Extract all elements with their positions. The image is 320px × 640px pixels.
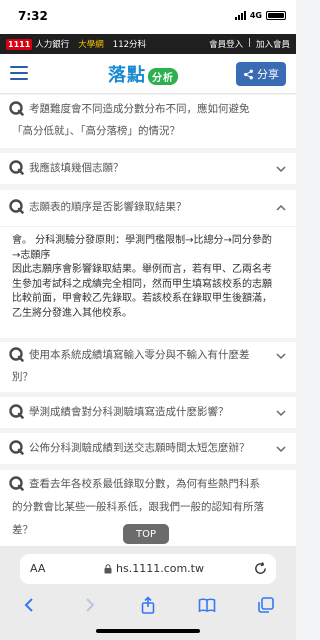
join-link[interactable]: 加入會員	[256, 38, 290, 50]
faq-question-line: 使用本系統成績填寫輸入零分與不輸入有什麼差	[29, 349, 250, 361]
faq-question-line: 別？	[12, 371, 33, 383]
faq-item[interactable]: 使用本系統成績填寫輸入零分與不輸入有什麼差 別？	[0, 342, 296, 392]
analysis-logo[interactable]: 落點 分析	[108, 61, 178, 87]
browser-toolbar: AA hs.1111.com.tw	[0, 546, 296, 640]
question-q-icon	[9, 404, 24, 419]
topbar-divider: |	[248, 38, 251, 48]
faq-item[interactable]: 考題難度會不同造成分數分布不同，應如何避免 「高分低就」、「高分落榜」的情況？	[0, 95, 296, 148]
faq-question-line: 差？	[12, 524, 33, 536]
chevron-down-icon	[276, 166, 286, 173]
answer-line: 生參加考試科之成績完全相同，然而甲生填寫該校系的志願	[12, 278, 272, 290]
address-bar[interactable]: AA hs.1111.com.tw	[20, 554, 276, 584]
tabs-icon[interactable]	[257, 596, 275, 614]
faq-answer-panel: 會。 分科測驗分發原則：學測門檻限制→比總分→同分參酌 →志願序 因此志願序會影…	[0, 226, 296, 338]
cellular-signal-icon	[234, 11, 246, 20]
question-q-icon	[9, 160, 24, 175]
chevron-up-icon	[276, 204, 286, 211]
question-q-icon	[9, 101, 24, 116]
back-icon[interactable]	[21, 596, 39, 614]
faq-question-line: 志願表的順序是否影響錄取結果？	[29, 201, 187, 213]
browser-nav	[0, 590, 296, 620]
share-label: 分享	[257, 68, 279, 81]
battery-icon	[266, 11, 286, 20]
status-indicators: 4G	[234, 11, 286, 20]
question-q-icon	[9, 476, 24, 491]
logo-badge: 分析	[148, 67, 178, 85]
nav-university[interactable]: 大學網	[78, 38, 104, 50]
faq-question-line: 「高分低就」、「高分落榜」的情況？	[12, 125, 180, 137]
faq-question-line: 的分數會比某些一般科系低，跟我們一般的認知有所落	[12, 501, 264, 513]
url-text: hs.1111.com.tw	[116, 562, 204, 575]
status-time: 7:32	[18, 9, 48, 23]
faq-item-expanded[interactable]: 志願表的順序是否影響錄取結果？	[0, 190, 296, 226]
question-q-icon	[9, 440, 24, 455]
faq-item[interactable]: 公佈分科測驗成績到送交志願時間太短怎麼辦？	[0, 433, 296, 464]
chevron-down-icon	[276, 353, 286, 360]
share-icon[interactable]	[139, 596, 157, 614]
portal-topbar: 1111 人力銀行 大學網 112分科 會員登入 | 加入會員	[0, 34, 296, 54]
share-button[interactable]: 分享	[236, 62, 286, 86]
home-indicator	[96, 629, 200, 633]
status-bar: 7:32 4G	[0, 0, 296, 34]
faq-question-line: 考題難度會不同造成分數分布不同，應如何避免	[29, 103, 250, 115]
faq-question-line: 查看去年各校系最低錄取分數，為何有些熱門科系	[29, 478, 260, 490]
page-header: 落點 分析 分享	[0, 54, 296, 94]
faq-item[interactable]: 我應該填幾個志願？	[0, 153, 296, 184]
nav-job-bank[interactable]: 人力銀行	[35, 38, 69, 50]
nav-112-exam[interactable]: 112分科	[113, 38, 146, 50]
bookmarks-icon[interactable]	[198, 596, 216, 614]
logo-text: 落點	[108, 65, 146, 86]
chevron-down-icon	[276, 410, 286, 417]
faq-item[interactable]: 學測成績會對分科測驗填寫造成什麼影響？	[0, 397, 296, 428]
faq-question-line: 我應該填幾個志願？	[29, 162, 124, 174]
site-1111-logo[interactable]: 1111	[6, 38, 33, 50]
network-type: 4G	[249, 11, 262, 20]
faq-question-line: 學測成績會對分科測驗填寫造成什麼影響？	[29, 406, 229, 418]
faq-answer: 會。 分科測驗分發原則：學測門檻限制→比總分→同分參酌 →志願序 因此志願序會影…	[12, 234, 288, 321]
reload-icon[interactable]	[253, 561, 268, 576]
question-q-icon	[9, 199, 24, 214]
url-display[interactable]: hs.1111.com.tw	[104, 562, 204, 575]
chevron-down-icon	[276, 446, 286, 453]
answer-line: 因此志願序會影響錄取結果。舉例而言，若有甲、乙兩名考	[12, 264, 272, 275]
faq-question-line: 公佈分科測驗成績到送交志願時間太短怎麼辦？	[29, 442, 250, 454]
share-icon	[244, 69, 253, 79]
hamburger-menu-icon[interactable]	[10, 66, 28, 84]
answer-line: 會。 分科測驗分發原則：學測門檻限制→比總分→同分參酌	[12, 235, 272, 246]
lock-icon	[104, 563, 112, 573]
answer-line: 乙生將分發進入其他校系。	[12, 307, 132, 319]
answer-line: 比較前面，甲會較乙先錄取。若該校系在錄取甲生後額滿，	[12, 293, 272, 304]
login-link[interactable]: 會員登入	[209, 38, 243, 50]
text-size-button[interactable]: AA	[30, 562, 45, 575]
question-q-icon	[9, 347, 24, 362]
back-to-top-button[interactable]: TOP	[123, 524, 169, 544]
forward-icon[interactable]	[80, 596, 98, 614]
answer-line: →志願序	[12, 249, 51, 261]
